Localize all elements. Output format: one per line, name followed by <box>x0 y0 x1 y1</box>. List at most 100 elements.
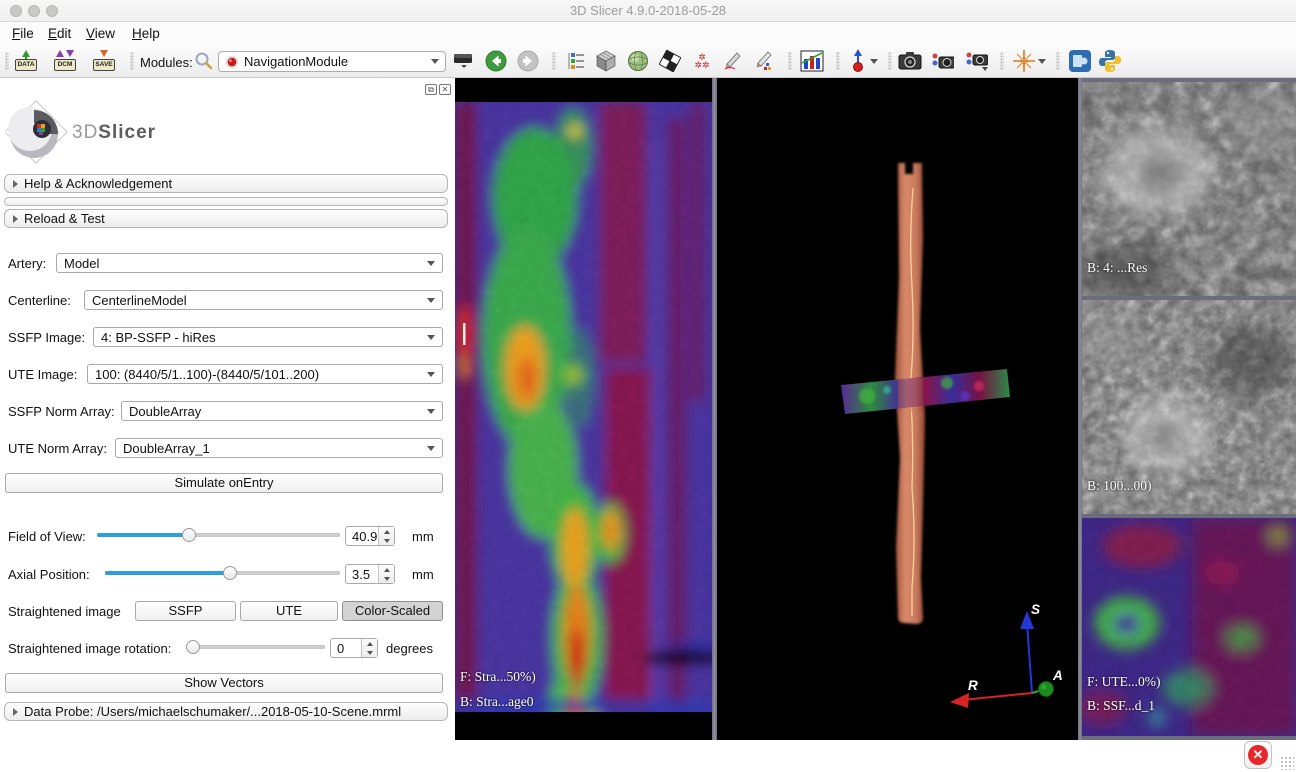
menu-file[interactable]: File <box>8 24 38 43</box>
threed-view[interactable]: S R A <box>717 78 1078 740</box>
spin-up-icon[interactable] <box>379 527 394 536</box>
chevron-down-icon <box>427 261 435 266</box>
chevron-down-icon <box>427 372 435 377</box>
forward-button[interactable] <box>516 49 540 73</box>
toolbar-grip[interactable] <box>1056 52 1060 70</box>
undock-panel-icon[interactable]: ⧉ <box>425 84 437 95</box>
slice-view-yellow[interactable]: B: 100...00) <box>1082 300 1296 514</box>
dicom-button[interactable]: DCM <box>53 49 77 73</box>
ute-mode-button[interactable]: UTE <box>240 601 338 621</box>
crosshair-icon <box>1012 49 1036 73</box>
green-slice-foreground-label: F: UTE...0%) <box>1087 674 1161 690</box>
spin-down-icon[interactable] <box>379 574 394 583</box>
yellow-slice-background-label: B: 100...00) <box>1087 478 1152 494</box>
toolbar-grip[interactable] <box>788 52 792 70</box>
slicer-logo: 3DSlicer <box>6 96 206 168</box>
toolbar-grip[interactable] <box>1000 52 1004 70</box>
axial-spinbox[interactable]: 3.5 <box>345 564 395 584</box>
ssfp-image-label: SSFP Image: <box>8 330 85 345</box>
rotation-spinbox[interactable]: 0 <box>330 638 378 658</box>
ssfp-norm-array-selector[interactable]: DoubleArray <box>121 401 443 421</box>
error-log-button[interactable]: ✕ <box>1244 741 1272 769</box>
ute-norm-array-selector[interactable]: DoubleArray_1 <box>115 438 443 458</box>
module-hierarchy-button[interactable] <box>564 49 588 73</box>
chevron-down-icon <box>427 446 435 451</box>
spin-up-icon[interactable] <box>362 639 377 648</box>
color-scaled-mode-button[interactable]: Color-Scaled <box>342 601 443 621</box>
axis-s-label: S <box>1031 602 1040 617</box>
toolbar-grip[interactable] <box>5 52 9 70</box>
search-icon <box>194 51 214 71</box>
scene-views-restore-button[interactable] <box>964 49 988 73</box>
ute-image-selector[interactable]: 100: (8440/5/1..100)-(8440/5/101..200) <box>87 364 443 384</box>
toolbar-grip[interactable] <box>552 52 556 70</box>
collapse-arrow-icon <box>13 180 18 188</box>
extensions-manager-button[interactable] <box>1068 49 1092 73</box>
ssfp-image-selector[interactable]: 4: BP-SSFP - hiRes <box>93 327 443 347</box>
centerline-selector[interactable]: CenterlineModel <box>84 290 443 310</box>
fov-slider[interactable] <box>97 528 340 542</box>
plot-view-button[interactable] <box>800 49 824 73</box>
rotation-slider-handle[interactable] <box>186 640 200 654</box>
module-selector-value: NavigationModule <box>244 54 431 69</box>
transforms-module-button[interactable] <box>658 49 682 73</box>
toolbar-grip[interactable] <box>836 52 840 70</box>
menu-bar: File Edit View Help <box>0 22 1296 44</box>
slice-view-green[interactable]: F: UTE...0%) B: SSF...d_1 <box>1082 518 1296 736</box>
python-icon <box>1098 49 1122 73</box>
resize-grip[interactable] <box>1280 756 1294 770</box>
crosshair-dropdown[interactable] <box>1036 49 1048 73</box>
screenshot-pin-button[interactable] <box>846 49 870 73</box>
annotations-module-button[interactable] <box>720 49 744 73</box>
module-search-button[interactable] <box>192 49 216 73</box>
axial-slider-handle[interactable] <box>223 566 237 580</box>
back-button[interactable] <box>484 49 508 73</box>
app-window: 3D Slicer 4.9.0-2018-05-28 File Edit Vie… <box>0 0 1296 772</box>
scene-camera-icon <box>930 51 954 71</box>
chevron-down-icon <box>427 298 435 303</box>
load-data-icon: DATA <box>15 50 37 72</box>
straightened-image-view[interactable]: F: Stra...50%) B: Stra...age0 <box>455 78 712 740</box>
modules-label: Modules: <box>140 55 193 70</box>
data-probe-section[interactable]: Data Probe: /Users/michaelschumaker/...2… <box>4 702 448 721</box>
toolbar-grip[interactable] <box>888 52 892 70</box>
volumes-module-button[interactable] <box>594 49 618 73</box>
menu-edit[interactable]: Edit <box>44 24 75 43</box>
straightened-background-label: B: Stra...age0 <box>460 694 534 710</box>
spin-up-icon[interactable] <box>379 565 394 574</box>
artery-selector[interactable]: Model <box>56 253 443 273</box>
menu-help[interactable]: Help <box>128 24 164 43</box>
centerline-label: Centerline: <box>8 293 71 308</box>
error-close-icon: ✕ <box>1248 745 1268 765</box>
fov-slider-handle[interactable] <box>182 528 196 542</box>
menu-view[interactable]: View <box>82 24 119 43</box>
simulate-onentry-button[interactable]: Simulate onEntry <box>5 473 443 493</box>
module-history-menu-button[interactable] <box>452 49 476 73</box>
title-bar: 3D Slicer 4.9.0-2018-05-28 <box>0 0 1296 22</box>
scene-views-capture-button[interactable] <box>930 49 954 73</box>
rotation-slider[interactable] <box>188 640 325 654</box>
crosshair-button[interactable] <box>1012 49 1036 73</box>
spin-down-icon[interactable] <box>379 536 394 545</box>
python-console-button[interactable] <box>1098 49 1122 73</box>
module-selector[interactable]: NavigationModule <box>218 51 446 72</box>
show-vectors-button[interactable]: Show Vectors <box>5 673 443 693</box>
markups-module-button[interactable]: ✲✲✲ <box>690 49 714 73</box>
help-acknowledgement-section[interactable]: Help & Acknowledgement <box>4 174 448 193</box>
chart-icon <box>800 49 824 73</box>
screenshot-pin-dropdown[interactable] <box>868 49 880 73</box>
gray-cube-icon <box>595 50 617 72</box>
load-data-button[interactable]: DATA <box>14 49 38 73</box>
save-button[interactable]: SAVE <box>92 49 116 73</box>
reload-test-section[interactable]: Reload & Test <box>4 209 448 228</box>
segment-editor-button[interactable] <box>752 49 776 73</box>
slice-view-red[interactable]: B: 4: ...Res <box>1082 82 1296 296</box>
toolbar-grip[interactable] <box>130 52 134 70</box>
screen-capture-button[interactable] <box>898 49 922 73</box>
close-panel-icon[interactable]: ✕ <box>439 84 451 95</box>
axial-slider[interactable] <box>105 566 340 580</box>
ssfp-mode-button[interactable]: SSFP <box>135 601 236 621</box>
fov-spinbox[interactable]: 40.9 <box>345 526 395 546</box>
spin-down-icon[interactable] <box>362 648 377 657</box>
models-module-button[interactable] <box>626 49 650 73</box>
